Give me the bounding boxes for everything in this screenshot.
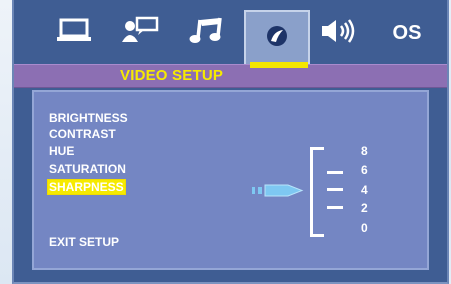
tab-video[interactable]	[244, 10, 310, 64]
menu-item-hue[interactable]: HUE	[49, 143, 74, 159]
menu-title-bar: VIDEO SETUP	[14, 64, 447, 88]
settings-panel: BRIGHTNESS CONTRAST HUE SATURATION SHARP…	[32, 90, 429, 270]
scale-label-2: 2	[361, 201, 368, 215]
scale-tick	[327, 206, 343, 209]
video-disc-icon	[262, 21, 292, 56]
tab-os[interactable]: OS	[376, 12, 438, 54]
menu-item-brightness[interactable]: BRIGHTNESS	[49, 110, 128, 126]
scale-label-0: 0	[361, 221, 368, 235]
speaker-icon	[320, 17, 360, 50]
os-tab-label: OS	[392, 21, 422, 44]
menu-item-contrast[interactable]: CONTRAST	[49, 126, 116, 142]
scale-tick	[327, 171, 343, 174]
tab-speaker[interactable]	[312, 12, 368, 54]
scale-label-4: 4	[361, 183, 368, 197]
osd-window: OS VIDEO SETUP BRIGHTNESS CONTRAST HUE S…	[12, 0, 449, 284]
selected-tab-indicator	[250, 62, 308, 68]
sharpness-scale	[310, 147, 324, 237]
background-strip	[0, 0, 12, 284]
page-title: VIDEO SETUP	[120, 67, 224, 84]
tab-general[interactable]	[46, 12, 102, 54]
scale-tick	[327, 188, 343, 191]
monitor-icon	[55, 17, 93, 50]
value-pointer-icon	[252, 182, 304, 198]
screen: OS VIDEO SETUP BRIGHTNESS CONTRAST HUE S…	[0, 0, 451, 284]
exit-setup-button[interactable]: EXIT SETUP	[49, 234, 119, 250]
tab-audio[interactable]	[178, 12, 234, 54]
menu-item-sharpness[interactable]: SHARPNESS	[47, 179, 126, 195]
music-note-icon	[188, 16, 224, 51]
tab-bar: OS	[14, 0, 447, 64]
speech-icon	[120, 16, 160, 51]
tab-language[interactable]	[112, 12, 168, 54]
scale-label-6: 6	[361, 163, 368, 177]
scale-label-8: 8	[361, 144, 368, 158]
menu-item-saturation[interactable]: SATURATION	[49, 161, 126, 177]
